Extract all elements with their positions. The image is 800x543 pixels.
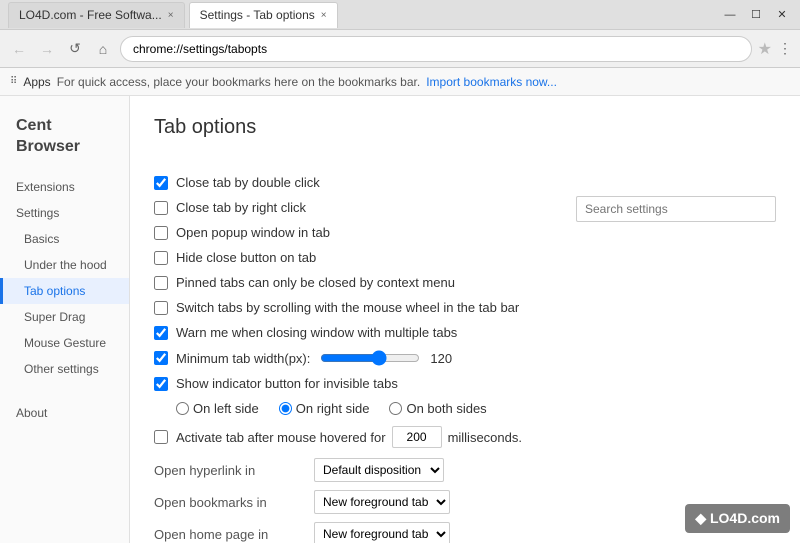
radio-left-side[interactable]: [176, 402, 189, 415]
label-close-right-click[interactable]: Close tab by right click: [176, 200, 306, 215]
radio-label-left[interactable]: On left side: [176, 401, 259, 416]
sidebar-about[interactable]: About: [0, 398, 129, 428]
label-hover-after: milliseconds.: [448, 430, 522, 445]
main-layout: Cent Browser Extensions Settings Basics …: [0, 96, 800, 543]
tab-lo4d-close[interactable]: ×: [168, 10, 174, 21]
sidebar-item-basics[interactable]: Basics: [0, 226, 129, 252]
radio-right-side[interactable]: [279, 402, 292, 415]
search-settings-input[interactable]: [576, 196, 776, 222]
dropdown-section: Open hyperlink in Default disposition Op…: [154, 458, 776, 543]
checkbox-close-double-click[interactable]: [154, 176, 168, 190]
window-controls: — ☐ ✕: [720, 7, 792, 23]
sidebar-item-mouse-gesture[interactable]: Mouse Gesture: [0, 330, 129, 356]
menu-icon[interactable]: ⋮: [778, 40, 792, 57]
radio-label-both[interactable]: On both sides: [389, 401, 486, 416]
apps-label: Apps: [23, 75, 50, 89]
slider-label: Minimum tab width(px):: [176, 351, 310, 366]
radio-label-right[interactable]: On right side: [279, 401, 370, 416]
dropdown-row-hyperlink: Open hyperlink in Default disposition: [154, 458, 776, 482]
option-warn-close: Warn me when closing window with multipl…: [154, 325, 776, 340]
dropdown-row-bookmarks: Open bookmarks in New foreground tab: [154, 490, 776, 514]
option-hide-close-btn: Hide close button on tab: [154, 250, 776, 265]
refresh-button[interactable]: ↺: [64, 38, 86, 60]
label-bookmarks: Open bookmarks in: [154, 495, 314, 510]
bookmark-star-icon[interactable]: ★: [758, 39, 772, 59]
sidebar-item-super-drag[interactable]: Super Drag: [0, 304, 129, 330]
apps-icon: ⠿: [10, 76, 17, 87]
label-hover-before[interactable]: Activate tab after mouse hovered for: [176, 430, 386, 445]
label-close-double-click[interactable]: Close tab by double click: [176, 175, 320, 190]
sidebar-divider: [0, 382, 129, 398]
label-popup-in-tab[interactable]: Open popup window in tab: [176, 225, 330, 240]
option-popup-in-tab: Open popup window in tab: [154, 225, 776, 240]
sidebar-item-settings[interactable]: Settings: [0, 200, 129, 226]
address-input[interactable]: [120, 36, 752, 62]
sidebar-item-under-hood[interactable]: Under the hood: [0, 252, 129, 278]
tab-settings-close[interactable]: ×: [321, 10, 327, 21]
min-tab-width-row: Minimum tab width(px): 120: [154, 350, 776, 366]
min-tab-width-slider[interactable]: [320, 350, 420, 366]
radio-both-sides[interactable]: [389, 402, 402, 415]
indicator-position-group: On left side On right side On both sides: [176, 401, 776, 416]
bookmarks-text: For quick access, place your bookmarks h…: [57, 75, 421, 89]
import-bookmarks-link[interactable]: Import bookmarks now...: [426, 75, 557, 89]
option-pinned-tabs: Pinned tabs can only be closed by contex…: [154, 275, 776, 290]
close-button[interactable]: ✕: [772, 7, 792, 23]
content-header: Tab options: [154, 116, 776, 159]
checkbox-hide-close-btn[interactable]: [154, 251, 168, 265]
hover-activate-row: Activate tab after mouse hovered for mil…: [154, 426, 776, 448]
select-homepage[interactable]: New foreground tab: [314, 522, 450, 543]
option-close-double-click: Close tab by double click: [154, 175, 776, 190]
forward-button[interactable]: →: [36, 38, 58, 60]
label-hyperlink: Open hyperlink in: [154, 463, 314, 478]
minimize-button[interactable]: —: [720, 7, 740, 23]
label-homepage: Open home page in: [154, 527, 314, 542]
tab-lo4d[interactable]: LO4D.com - Free Softwa... ×: [8, 2, 185, 28]
back-button[interactable]: ←: [8, 38, 30, 60]
checkbox-switch-scroll[interactable]: [154, 301, 168, 315]
page-title: Tab options: [154, 116, 256, 139]
checkbox-close-right-click[interactable]: [154, 201, 168, 215]
hover-activate-input[interactable]: [392, 426, 442, 448]
dropdown-row-homepage: Open home page in New foreground tab: [154, 522, 776, 543]
sidebar: Cent Browser Extensions Settings Basics …: [0, 96, 130, 543]
checkbox-pinned-tabs[interactable]: [154, 276, 168, 290]
tab-settings-label: Settings - Tab options: [200, 8, 315, 22]
checkbox-hover-activate[interactable]: [154, 430, 168, 444]
checkbox-min-tab-width[interactable]: [154, 351, 168, 365]
tabs-container: LO4D.com - Free Softwa... × Settings - T…: [8, 2, 338, 28]
label-invisible-tabs[interactable]: Show indicator button for invisible tabs: [176, 376, 398, 391]
label-pinned-tabs[interactable]: Pinned tabs can only be closed by contex…: [176, 275, 455, 290]
label-hide-close-btn[interactable]: Hide close button on tab: [176, 250, 316, 265]
label-warn-close[interactable]: Warn me when closing window with multipl…: [176, 325, 457, 340]
option-switch-scroll: Switch tabs by scrolling with the mouse …: [154, 300, 776, 315]
title-bar: LO4D.com - Free Softwa... × Settings - T…: [0, 0, 800, 30]
slider-value: 120: [430, 351, 452, 366]
sidebar-item-tab-options[interactable]: Tab options: [0, 278, 129, 304]
home-button[interactable]: ⌂: [92, 38, 114, 60]
option-invisible-tabs: Show indicator button for invisible tabs: [154, 376, 776, 391]
bookmarks-bar: ⠿ Apps For quick access, place your book…: [0, 68, 800, 96]
checkbox-popup-in-tab[interactable]: [154, 226, 168, 240]
content-area: Tab options Close tab by double click Cl…: [130, 96, 800, 543]
tab-settings[interactable]: Settings - Tab options ×: [189, 2, 338, 28]
checkbox-invisible-tabs[interactable]: [154, 377, 168, 391]
sidebar-item-extensions[interactable]: Extensions: [0, 174, 129, 200]
tab-lo4d-label: LO4D.com - Free Softwa...: [19, 8, 162, 22]
checkbox-warn-close[interactable]: [154, 326, 168, 340]
sidebar-brand: Cent Browser: [0, 112, 129, 174]
label-switch-scroll[interactable]: Switch tabs by scrolling with the mouse …: [176, 300, 519, 315]
maximize-button[interactable]: ☐: [746, 7, 766, 23]
select-bookmarks[interactable]: New foreground tab: [314, 490, 450, 514]
sidebar-item-other-settings[interactable]: Other settings: [0, 356, 129, 382]
address-bar: ← → ↺ ⌂ ★ ⋮: [0, 30, 800, 68]
select-hyperlink[interactable]: Default disposition: [314, 458, 444, 482]
